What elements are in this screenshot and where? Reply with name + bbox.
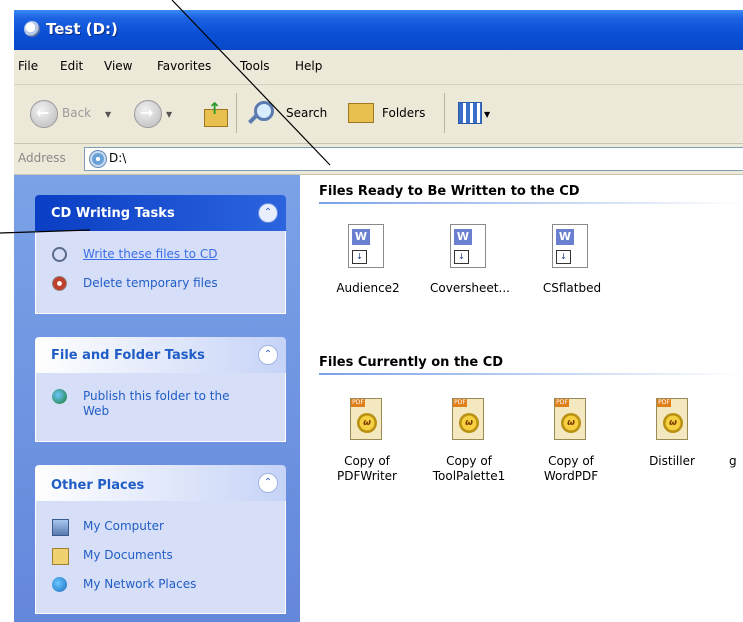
menu-bar: File Edit View Favorites Tools Help bbox=[14, 50, 743, 85]
file-name: Coversheet... bbox=[430, 281, 510, 295]
task-pane: CD Writing Tasks ⌃ Write these files to … bbox=[14, 175, 300, 622]
back-arrow-icon: ← bbox=[36, 103, 50, 122]
back-label: Back bbox=[62, 106, 92, 120]
group-divider bbox=[319, 373, 743, 375]
file-item[interactable]: W ↓ Audience2 bbox=[318, 224, 418, 304]
panel-title: File and Folder Tasks bbox=[51, 348, 205, 363]
explorer-window: Test (D:) File Edit View Favorites Tools… bbox=[14, 0, 743, 622]
file-name-line1: g bbox=[729, 454, 737, 468]
file-item[interactable]: W ↓ CSflatbed bbox=[522, 224, 622, 304]
cd-writing-tasks-header[interactable]: CD Writing Tasks ⌃ bbox=[35, 195, 286, 231]
forward-dropdown-icon[interactable]: ▼ bbox=[166, 110, 172, 119]
magnifier-icon bbox=[254, 101, 274, 121]
toolbar: ← Back ▼ → ▼ ↑ Search Folders ▼ bbox=[14, 85, 743, 144]
back-dropdown-icon[interactable]: ▼ bbox=[105, 110, 111, 119]
other-places-panel: Other Places ⌃ My Computer My Documents … bbox=[35, 465, 286, 615]
search-button-icon[interactable] bbox=[248, 99, 274, 125]
menu-favorites[interactable]: Favorites bbox=[157, 59, 211, 73]
file-name-line1: Copy of bbox=[344, 454, 390, 468]
forward-arrow-icon: → bbox=[140, 103, 154, 122]
globe-icon bbox=[52, 389, 67, 404]
file-name-line2: PDFWriter bbox=[337, 469, 397, 483]
title-bar[interactable]: Test (D:) bbox=[14, 10, 743, 50]
file-item[interactable]: PDF ω Copy of PDFWriter bbox=[317, 398, 417, 488]
pdf-file-icon: PDF ω bbox=[350, 398, 382, 440]
file-item[interactable]: W ↓ Coversheet... bbox=[420, 224, 520, 304]
pdf-file-icon: PDF ω bbox=[554, 398, 586, 440]
network-globe-icon bbox=[52, 577, 67, 592]
up-arrow-icon: ↑ bbox=[208, 99, 222, 118]
forward-button[interactable]: → bbox=[134, 100, 162, 128]
file-name: CSflatbed bbox=[542, 281, 602, 295]
back-button[interactable]: ← bbox=[30, 100, 58, 128]
word-document-icon: W ↓ bbox=[348, 224, 384, 268]
other-places-header[interactable]: Other Places ⌃ bbox=[35, 465, 286, 501]
search-button[interactable]: Search bbox=[286, 106, 327, 120]
menu-file[interactable]: File bbox=[18, 59, 38, 73]
file-name-line1: Copy of bbox=[548, 454, 594, 468]
collapse-icon[interactable]: ⌃ bbox=[258, 473, 278, 493]
pdf-file-icon: PDF ω bbox=[656, 398, 688, 440]
menu-edit[interactable]: Edit bbox=[60, 59, 83, 73]
group-divider bbox=[319, 202, 743, 204]
file-folder-tasks-header[interactable]: File and Folder Tasks ⌃ bbox=[35, 337, 286, 373]
collapse-icon[interactable]: ⌃ bbox=[258, 345, 278, 365]
panel-title: CD Writing Tasks bbox=[51, 206, 175, 221]
folders-button[interactable]: Folders bbox=[382, 106, 425, 120]
cd-write-icon bbox=[52, 247, 67, 262]
panel-title: Other Places bbox=[51, 478, 145, 493]
collapse-icon[interactable]: ⌃ bbox=[258, 203, 278, 223]
cd-writing-tasks-panel: CD Writing Tasks ⌃ Write these files to … bbox=[35, 195, 286, 315]
file-name: Audience2 bbox=[336, 281, 400, 295]
documents-folder-icon bbox=[52, 548, 69, 565]
toolbar-separator bbox=[236, 93, 237, 133]
window-title: Test (D:) bbox=[46, 20, 118, 38]
menu-tools[interactable]: Tools bbox=[240, 59, 270, 73]
address-label: Address bbox=[18, 151, 66, 165]
up-folder-button[interactable]: ↑ bbox=[202, 99, 228, 127]
views-dropdown-icon[interactable]: ▼ bbox=[484, 110, 490, 119]
file-item[interactable]: PDF ω Copy of WordPDF bbox=[521, 398, 621, 488]
menu-view[interactable]: View bbox=[104, 59, 132, 73]
folders-icon[interactable] bbox=[348, 103, 374, 123]
delete-cd-icon bbox=[52, 276, 67, 291]
address-bar: Address D:\ bbox=[14, 144, 743, 175]
file-item[interactable]: PDF ω Copy of ToolPalette1 bbox=[419, 398, 519, 488]
cd-drive-icon bbox=[24, 21, 40, 37]
file-name-line2: ToolPalette1 bbox=[432, 469, 506, 483]
file-folder-tasks-panel: File and Folder Tasks ⌃ Publish this fol… bbox=[35, 337, 286, 443]
word-document-icon: W ↓ bbox=[552, 224, 588, 268]
file-name-line1: Copy of bbox=[446, 454, 492, 468]
toolbar-separator bbox=[444, 93, 445, 133]
panel-body: My Computer My Documents My Network Plac… bbox=[35, 501, 286, 614]
panel-body: Publish this folder to the Web bbox=[35, 373, 286, 442]
files-ready-group-header: Files Ready to Be Written to the CD bbox=[319, 184, 580, 199]
word-document-icon: W ↓ bbox=[450, 224, 486, 268]
file-name-line2: WordPDF bbox=[543, 469, 599, 483]
cd-drive-icon bbox=[89, 150, 107, 168]
files-current-group-header: Files Currently on the CD bbox=[319, 355, 504, 370]
menu-help[interactable]: Help bbox=[295, 59, 322, 73]
address-input[interactable]: D:\ bbox=[84, 147, 743, 171]
computer-icon bbox=[52, 519, 69, 536]
address-value: D:\ bbox=[109, 151, 127, 165]
file-item-partial[interactable]: g bbox=[694, 398, 743, 488]
panel-body: Write these files to CD Delete temporary… bbox=[35, 231, 286, 314]
views-icon[interactable] bbox=[458, 102, 482, 124]
pdf-file-icon: PDF ω bbox=[452, 398, 484, 440]
